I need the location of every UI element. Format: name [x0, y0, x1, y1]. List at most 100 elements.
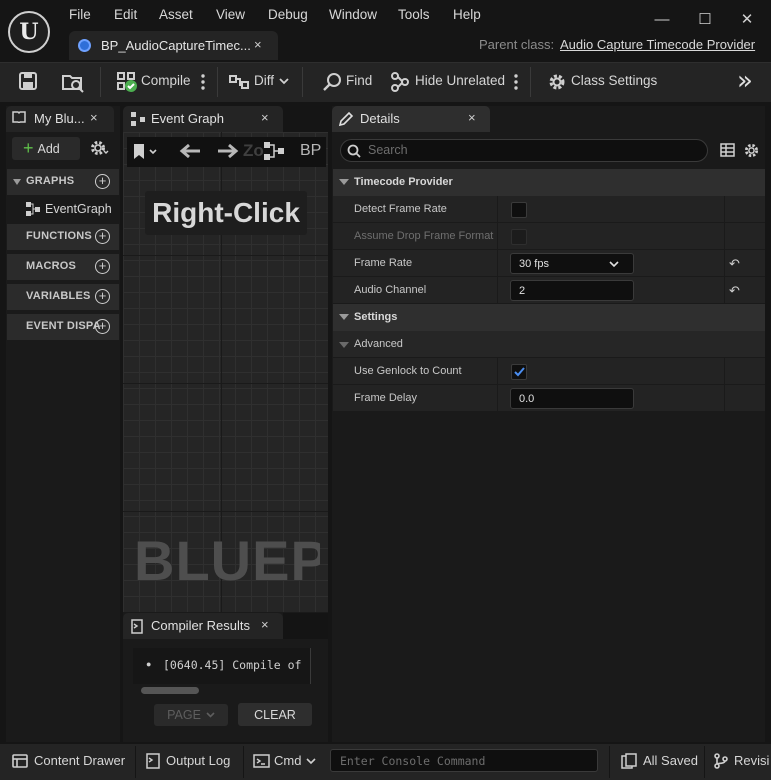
settings-icon[interactable] — [89, 139, 109, 157]
menu-tools[interactable]: Tools — [398, 7, 430, 22]
close-tab-icon[interactable]: × — [261, 617, 269, 632]
clear-button[interactable]: CLEAR — [238, 703, 312, 726]
category-settings[interactable]: Settings — [333, 304, 765, 331]
functions-section[interactable]: FUNCTIONS + — [7, 224, 119, 250]
search-icon — [347, 144, 361, 158]
hide-unrelated-options-icon[interactable] — [514, 74, 518, 90]
compiler-results-icon — [131, 619, 143, 634]
menu-view[interactable]: View — [216, 7, 245, 22]
menu-edit[interactable]: Edit — [114, 7, 137, 22]
add-graph-icon[interactable]: + — [95, 174, 110, 189]
menu-asset[interactable]: Asset — [159, 7, 193, 22]
event-dispatchers-section[interactable]: EVENT DISPA + — [7, 314, 119, 340]
property-row-audio-channel: Audio Channel 2 ↶ — [333, 277, 765, 304]
close-tab-icon[interactable]: × — [261, 110, 269, 125]
compile-options-icon[interactable] — [201, 74, 205, 90]
event-graph-tab[interactable]: Event Graph × — [123, 106, 283, 132]
macros-section[interactable]: MACROS + — [7, 254, 119, 280]
minimize-button[interactable]: — — [650, 8, 674, 30]
toolbar-divider — [217, 67, 218, 97]
category-label: Timecode Provider — [354, 176, 453, 188]
revision-control-button[interactable]: Revisi — [734, 753, 769, 768]
compile-icon[interactable] — [116, 71, 138, 93]
bookmark-icon[interactable] — [132, 143, 158, 161]
column-divider — [724, 385, 725, 412]
graph-tab-icon — [131, 112, 145, 126]
gear-icon[interactable] — [743, 142, 760, 159]
property-row-frame-delay: Frame Delay 0.0 — [333, 385, 765, 412]
add-button[interactable]: + Add — [12, 137, 80, 160]
frame-delay-input[interactable]: 0.0 — [510, 388, 634, 409]
gear-icon[interactable] — [546, 71, 568, 93]
sidebar-item-eventgraph[interactable]: EventGraph — [45, 202, 112, 216]
forward-arrow-icon[interactable] — [217, 143, 239, 159]
page-dropdown[interactable]: PAGE — [154, 704, 228, 726]
diff-button[interactable]: Diff — [254, 73, 274, 88]
property-name: Detect Frame Rate — [354, 203, 447, 215]
toolbar-overflow-icon[interactable]: » — [737, 66, 753, 96]
zoom-label: Zo — [243, 141, 264, 160]
close-tab-icon[interactable]: × — [90, 110, 98, 125]
grid-view-icon[interactable] — [720, 143, 735, 157]
add-macro-icon[interactable]: + — [95, 259, 110, 274]
breadcrumb-label[interactable]: BP — [300, 142, 321, 160]
diff-icon[interactable] — [229, 72, 251, 92]
menu-help[interactable]: Help — [453, 7, 481, 22]
graphs-section-label: GRAPHS — [26, 175, 75, 187]
hide-unrelated-button[interactable]: Hide Unrelated — [415, 73, 505, 88]
find-button[interactable]: Find — [346, 73, 372, 88]
subcategory-advanced[interactable]: Advanced — [333, 331, 765, 358]
parent-class-link[interactable]: Audio Capture Timecode Provider — [560, 37, 755, 52]
compiler-results-tab-label: Compiler Results — [151, 618, 250, 633]
content-drawer-button[interactable]: Content Drawer — [34, 753, 125, 768]
all-saved-button[interactable]: All Saved — [643, 753, 698, 768]
class-settings-button[interactable]: Class Settings — [571, 73, 657, 88]
menu-debug[interactable]: Debug — [268, 7, 308, 22]
menu-file[interactable]: File — [69, 7, 91, 22]
close-window-button[interactable]: ✕ — [735, 8, 759, 30]
add-variable-icon[interactable]: + — [95, 289, 110, 304]
category-label: Settings — [354, 311, 398, 323]
content-drawer-icon — [12, 753, 28, 769]
bullet-icon: ● — [146, 659, 152, 669]
back-arrow-icon[interactable] — [179, 143, 201, 159]
output-log-button[interactable]: Output Log — [166, 753, 230, 768]
column-divider — [497, 358, 498, 385]
close-tab-icon[interactable]: × — [468, 110, 476, 125]
close-tab-icon[interactable]: × — [254, 37, 262, 52]
compiler-results-tab[interactable]: Compiler Results × — [123, 613, 283, 639]
detect-frame-rate-checkbox[interactable] — [511, 202, 527, 218]
find-icon[interactable] — [322, 71, 344, 93]
horizontal-scrollbar[interactable] — [141, 687, 199, 694]
cmd-dropdown[interactable]: Cmd — [274, 753, 301, 768]
graphs-section[interactable]: GRAPHS + — [7, 169, 119, 195]
book-icon — [12, 111, 26, 123]
browse-asset-icon[interactable] — [61, 71, 85, 93]
save-icon[interactable] — [18, 71, 38, 91]
variables-section[interactable]: VARIABLES + — [7, 284, 119, 310]
status-divider — [135, 746, 136, 778]
audio-channel-input[interactable]: 2 — [510, 280, 634, 301]
property-name: Use Genlock to Count — [354, 365, 462, 377]
details-search-box[interactable]: Search — [340, 139, 708, 162]
status-divider — [609, 746, 610, 778]
property-name: Frame Rate — [354, 257, 413, 269]
category-timecode-provider[interactable]: Timecode Provider — [333, 169, 765, 196]
property-name: Frame Delay — [354, 392, 417, 404]
add-function-icon[interactable]: + — [95, 229, 110, 244]
assume-drop-frame-checkbox[interactable] — [511, 229, 527, 245]
use-genlock-checkbox[interactable] — [511, 364, 527, 380]
console-command-input[interactable]: Enter Console Command — [330, 749, 598, 772]
hide-unrelated-icon[interactable] — [389, 71, 411, 93]
maximize-button[interactable]: ☐ — [693, 8, 717, 30]
reset-to-default-icon[interactable]: ↶ — [729, 256, 740, 272]
subcategory-label: Advanced — [354, 338, 403, 350]
compile-button[interactable]: Compile — [141, 73, 191, 88]
menu-window[interactable]: Window — [329, 7, 377, 22]
frame-rate-dropdown[interactable]: 30 fps — [510, 253, 634, 274]
details-tab[interactable]: Details × — [332, 106, 490, 132]
reset-to-default-icon[interactable]: ↶ — [729, 283, 740, 299]
unreal-logo-icon[interactable]: U — [8, 11, 50, 53]
asset-tab[interactable]: BP_AudioCaptureTimec... × — [69, 31, 278, 60]
add-event-dispatcher-icon[interactable]: + — [95, 319, 110, 334]
